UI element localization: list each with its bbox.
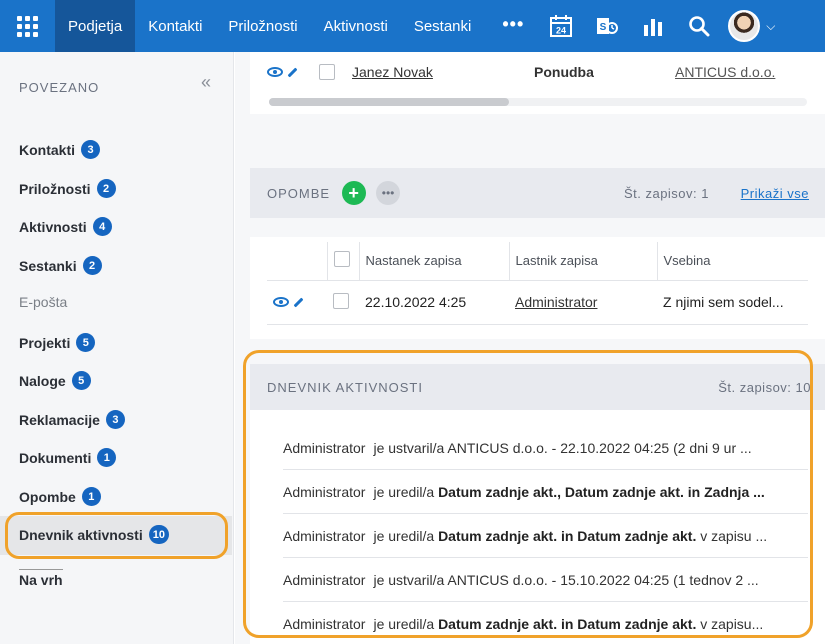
main-content: Janez Novak Ponudba ANTICUS d.o.o. OPOMB… <box>235 52 825 644</box>
reports-chart-icon[interactable] <box>630 0 676 52</box>
table-row: Janez Novak Ponudba ANTICUS d.o.o. <box>267 61 807 83</box>
sidebar-item-kontakti[interactable]: Kontakti 3 <box>19 140 100 159</box>
sidebar-item-opombe[interactable]: Opombe 1 <box>19 487 101 506</box>
sidebar-item-label: Priložnosti <box>19 180 91 197</box>
sidebar-item-dokumenti[interactable]: Dokumenti 1 <box>19 448 117 467</box>
select-all-header <box>327 242 360 280</box>
content-cell: Z njimi sem sodel... <box>657 279 808 325</box>
sidebar-item-label: Dokumenti <box>19 449 92 466</box>
count-badge: 5 <box>76 333 96 352</box>
add-note-button[interactable]: + <box>342 181 367 205</box>
sidebar-item-projekti[interactable]: Projekti 5 <box>19 333 96 352</box>
outlook-sync-icon[interactable]: S <box>584 0 630 52</box>
nav-kontakti[interactable]: Kontakti <box>135 0 215 52</box>
more-options-icon[interactable]: ••• <box>376 181 401 205</box>
sidebar-item-priloznosti[interactable]: Priložnosti 2 <box>19 179 116 198</box>
count-badge: 3 <box>81 140 100 159</box>
row-checkbox[interactable] <box>319 64 335 80</box>
type-cell: Ponudba <box>534 64 594 80</box>
row-select <box>327 279 359 325</box>
calendar-icon[interactable]: 24 <box>538 0 584 52</box>
edit-icon[interactable] <box>287 67 298 77</box>
avatar <box>728 10 761 42</box>
top-navigation: Podjetja Kontakti Priložnosti Aktivnosti… <box>0 0 825 52</box>
count-badge: 1 <box>81 487 101 506</box>
column-header[interactable]: Lastnik zapisa <box>509 242 658 280</box>
sidebar-item-eposta[interactable]: E-pošta <box>19 294 67 310</box>
sidebar-item-label: Projekti <box>19 334 71 351</box>
show-all-link[interactable]: Prikaži vse <box>741 186 809 201</box>
back-to-top-link[interactable]: Na vrh <box>19 569 63 588</box>
sidebar-item-label: Sestanki <box>19 257 77 274</box>
row-actions <box>267 279 327 325</box>
nav-aktivnosti[interactable]: Aktivnosti <box>311 0 401 52</box>
more-menu-icon[interactable]: ••• <box>484 14 538 39</box>
row-checkbox[interactable] <box>333 292 349 309</box>
horizontal-scrollbar[interactable] <box>269 98 807 106</box>
nav-priloznosti[interactable]: Priložnosti <box>215 0 310 52</box>
count-badge: 2 <box>82 256 102 275</box>
count-badge: 2 <box>96 179 116 198</box>
count-badge: 1 <box>97 448 117 467</box>
notes-title: OPOMBE <box>267 185 331 201</box>
sidebar-item-label: Kontakti <box>19 141 75 158</box>
count-badge: 5 <box>71 371 91 390</box>
svg-text:S: S <box>600 22 607 33</box>
view-icon[interactable] <box>267 67 283 77</box>
created-cell: 22.10.2022 4:25 <box>359 279 509 325</box>
table-header-row: Nastanek zapisa Lastnik zapisa Vsebina <box>267 242 808 280</box>
table-row: 22.10.2022 4:25 Administrator Z njimi se… <box>267 279 808 325</box>
notes-count: Št. zapisov: 1 <box>623 185 709 201</box>
owner-cell: Administrator <box>509 279 657 325</box>
collapse-sidebar-icon[interactable]: « <box>201 72 211 93</box>
owner-link[interactable]: Administrator <box>515 294 597 310</box>
sidebar-item-label: Reklamacije <box>19 411 100 428</box>
highlight-outline <box>243 350 813 638</box>
sidebar-item-label: Naloge <box>19 372 66 389</box>
sidebar-item-sestanki[interactable]: Sestanki 2 <box>19 256 102 275</box>
count-badge: 4 <box>92 217 112 236</box>
scroll-thumb[interactable] <box>269 98 509 106</box>
notes-header: OPOMBE + ••• Št. zapisov: 1 Prikaži vse <box>250 168 825 218</box>
user-menu[interactable]: ⌵ <box>728 10 775 42</box>
notes-table: Nastanek zapisa Lastnik zapisa Vsebina 2… <box>267 242 808 325</box>
count-badge: 3 <box>105 410 125 429</box>
sidebar-item-label: Opombe <box>19 488 76 505</box>
column-header[interactable]: Vsebina <box>657 242 808 280</box>
calendar-day: 24 <box>556 26 566 36</box>
sidebar-heading: POVEZANO <box>19 80 100 95</box>
sidebar-item-label: Aktivnosti <box>19 218 87 235</box>
edit-icon[interactable] <box>293 297 304 307</box>
contact-link[interactable]: Janez Novak <box>352 64 534 80</box>
sidebar-item-label: E-pošta <box>19 294 68 310</box>
company-link[interactable]: ANTICUS d.o.o. <box>675 64 775 80</box>
search-icon[interactable] <box>676 0 722 52</box>
related-sidebar: POVEZANO « Kontakti 3 Priložnosti 2 Aktivn… <box>0 52 234 644</box>
actions-header <box>267 242 328 280</box>
sidebar-item-reklamacije[interactable]: Reklamacije 3 <box>19 410 125 429</box>
view-icon[interactable] <box>273 297 289 307</box>
sidebar-item-naloge[interactable]: Naloge 5 <box>19 371 91 390</box>
sidebar-item-aktivnosti[interactable]: Aktivnosti 4 <box>19 217 112 236</box>
select-all-checkbox[interactable] <box>333 251 350 268</box>
nav-sestanki[interactable]: Sestanki <box>401 0 485 52</box>
chevron-down-icon: ⌵ <box>766 18 776 33</box>
app-launcher-icon[interactable] <box>0 0 55 52</box>
highlight-outline <box>5 512 228 559</box>
nav-podjetja[interactable]: Podjetja <box>55 0 136 52</box>
column-header[interactable]: Nastanek zapisa <box>359 242 510 280</box>
